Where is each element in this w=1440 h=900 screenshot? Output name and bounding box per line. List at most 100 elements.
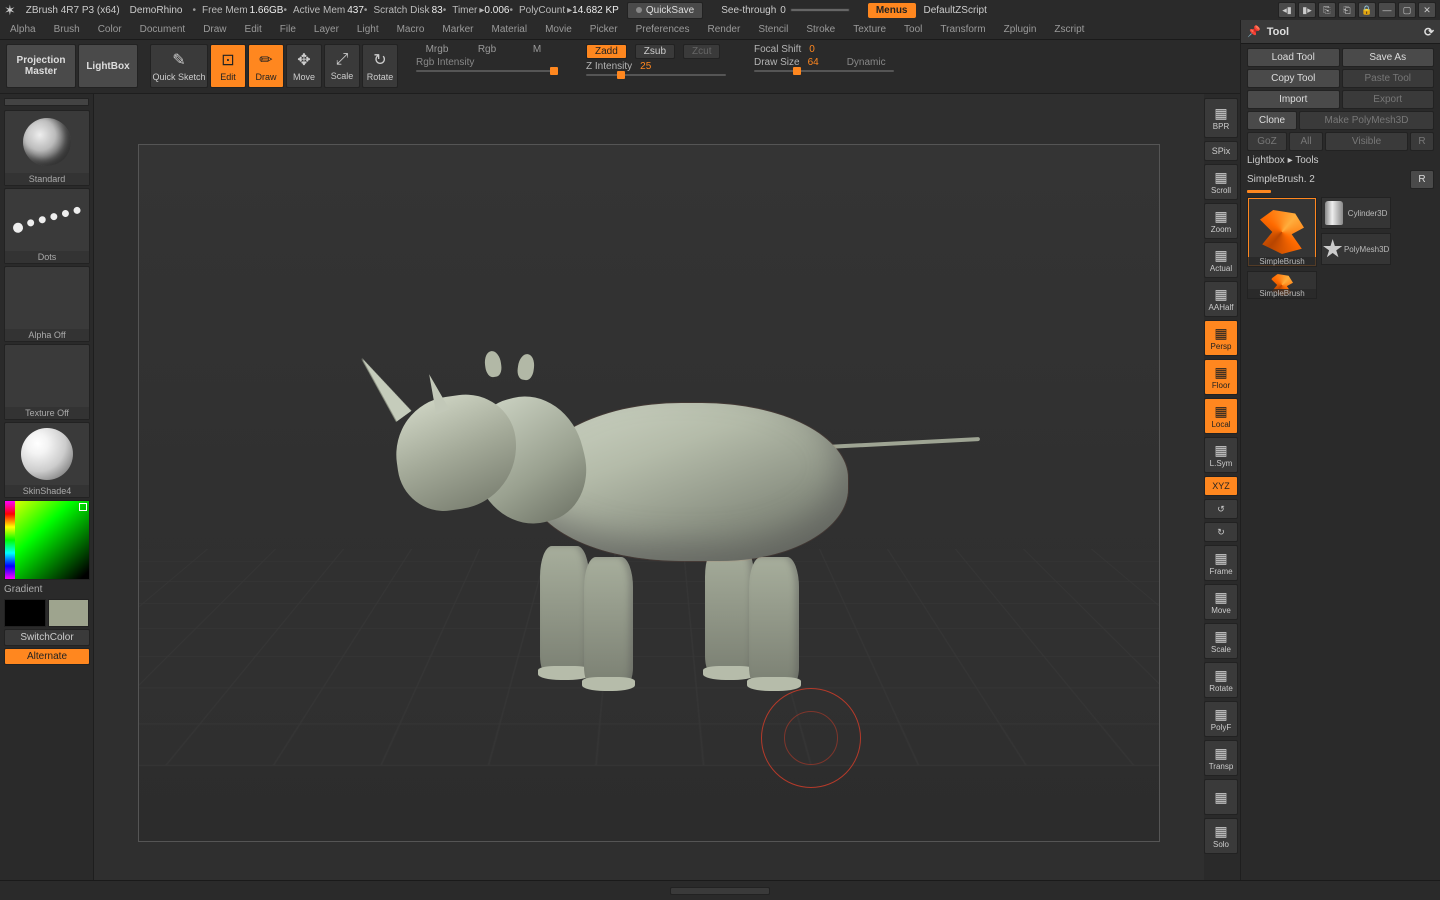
- default-zscript[interactable]: DefaultZScript: [924, 5, 987, 16]
- menu-file[interactable]: File: [280, 24, 296, 35]
- menu-layer[interactable]: Layer: [314, 24, 339, 35]
- goz-r-button[interactable]: R: [1410, 132, 1434, 151]
- tool-thumb-cylinder[interactable]: Cylinder3D: [1321, 197, 1391, 229]
- --button[interactable]: ↻: [1204, 522, 1238, 542]
- material-selector[interactable]: SkinShade4: [4, 422, 90, 498]
- --button[interactable]: ↺: [1204, 499, 1238, 519]
- zcut-button[interactable]: Zcut: [683, 44, 720, 59]
- color-swatches[interactable]: [4, 599, 89, 627]
- brush-selector[interactable]: Standard: [4, 110, 90, 186]
- menu-picker[interactable]: Picker: [590, 24, 618, 35]
- menu-tool[interactable]: Tool: [904, 24, 922, 35]
- persp-button[interactable]: ▦Persp: [1204, 320, 1238, 356]
- goz-all-button[interactable]: All: [1289, 132, 1323, 151]
- goz-button[interactable]: GoZ: [1247, 132, 1287, 151]
- menu-marker[interactable]: Marker: [442, 24, 473, 35]
- minimize-icon[interactable]: —: [1378, 2, 1396, 18]
- menu-edit[interactable]: Edit: [245, 24, 262, 35]
- tool-thumb-simplebrush-2[interactable]: SimpleBrush: [1247, 271, 1317, 299]
- move-mode-button[interactable]: ✥Move: [286, 44, 322, 88]
- menu-zscript[interactable]: Zscript: [1054, 24, 1084, 35]
- tool-r-button[interactable]: R: [1410, 170, 1434, 189]
- blank-button[interactable]: ▦: [1204, 779, 1238, 815]
- spix-button[interactable]: SPix: [1204, 141, 1238, 161]
- menu-brush[interactable]: Brush: [54, 24, 80, 35]
- copy-tool-button[interactable]: Copy Tool: [1247, 69, 1340, 88]
- zadd-button[interactable]: Zadd: [586, 44, 627, 59]
- switch-color-button[interactable]: SwitchColor: [4, 629, 90, 646]
- menu-texture[interactable]: Texture: [853, 24, 886, 35]
- current-tool-name[interactable]: SimpleBrush. 2: [1247, 174, 1408, 185]
- menu-movie[interactable]: Movie: [545, 24, 572, 35]
- xyz-button[interactable]: XYZ: [1204, 476, 1238, 496]
- menu-document[interactable]: Document: [140, 24, 186, 35]
- main-color-swatch[interactable]: [4, 599, 46, 627]
- history-next-icon[interactable]: ▮▸: [1298, 2, 1316, 18]
- polyf-button[interactable]: ▦PolyF: [1204, 701, 1238, 737]
- texture-selector[interactable]: Texture Off: [4, 344, 90, 420]
- draw-mode-button[interactable]: ✏Draw: [248, 44, 284, 88]
- menu-color[interactable]: Color: [98, 24, 122, 35]
- rgb-intensity-slider[interactable]: [416, 70, 556, 72]
- mrgb-button[interactable]: Mrgb: [416, 44, 458, 55]
- solo-button[interactable]: ▦Solo: [1204, 818, 1238, 854]
- pin-icon[interactable]: 📌: [1247, 25, 1261, 38]
- save-as-button[interactable]: Save As: [1342, 48, 1435, 67]
- actual-button[interactable]: ▦Actual: [1204, 242, 1238, 278]
- m-button[interactable]: M: [516, 44, 558, 55]
- color-picker[interactable]: [4, 500, 90, 580]
- frame-button[interactable]: ▦Frame: [1204, 545, 1238, 581]
- lightbox-button[interactable]: LightBox: [78, 44, 138, 88]
- alpha-selector[interactable]: Alpha Off: [4, 266, 90, 342]
- load-tool-button[interactable]: Load Tool: [1247, 48, 1340, 67]
- menu-zplugin[interactable]: Zplugin: [1004, 24, 1037, 35]
- floor-button[interactable]: ▦Floor: [1204, 359, 1238, 395]
- draw-size-slider[interactable]: [754, 70, 894, 72]
- projection-master-button[interactable]: Projection Master: [6, 44, 76, 88]
- menu-draw[interactable]: Draw: [203, 24, 226, 35]
- history-prev-icon[interactable]: ◂▮: [1278, 2, 1296, 18]
- lock-icon[interactable]: 🔒: [1358, 2, 1376, 18]
- menu-macro[interactable]: Macro: [397, 24, 425, 35]
- l-sym-button[interactable]: ▦L.Sym: [1204, 437, 1238, 473]
- clone-button[interactable]: Clone: [1247, 111, 1297, 130]
- edit-mode-button[interactable]: ⊡Edit: [210, 44, 246, 88]
- menu-transform[interactable]: Transform: [940, 24, 985, 35]
- rotate-button[interactable]: ▦Rotate: [1204, 662, 1238, 698]
- alternate-button[interactable]: Alternate: [4, 648, 90, 665]
- menu-light[interactable]: Light: [357, 24, 379, 35]
- refresh-icon[interactable]: ⟳: [1424, 25, 1434, 39]
- maximize-icon[interactable]: ▢: [1398, 2, 1416, 18]
- hue-strip[interactable]: [5, 501, 15, 579]
- zsub-button[interactable]: Zsub: [635, 44, 675, 59]
- local-button[interactable]: ▦Local: [1204, 398, 1238, 434]
- float-panel-icon[interactable]: ⎗: [1338, 2, 1356, 18]
- dynamic-label[interactable]: Dynamic: [847, 57, 886, 68]
- secondary-color-swatch[interactable]: [48, 599, 90, 627]
- close-icon[interactable]: ✕: [1418, 2, 1436, 18]
- menu-material[interactable]: Material: [492, 24, 528, 35]
- aahalf-button[interactable]: ▦AAHalf: [1204, 281, 1238, 317]
- quicksave-button[interactable]: QuickSave: [627, 2, 703, 19]
- tool-palette-header[interactable]: 📌 Tool ⟳: [1241, 20, 1440, 44]
- export-button[interactable]: Export: [1342, 90, 1435, 109]
- zoom-button[interactable]: ▦Zoom: [1204, 203, 1238, 239]
- menu-render[interactable]: Render: [708, 24, 741, 35]
- see-through-slider[interactable]: See-through 0: [721, 5, 854, 16]
- tool-thumb-simplebrush[interactable]: SimpleBrush: [1247, 197, 1317, 267]
- menu-preferences[interactable]: Preferences: [636, 24, 690, 35]
- goz-visible-button[interactable]: Visible: [1325, 132, 1408, 151]
- move-button[interactable]: ▦Move: [1204, 584, 1238, 620]
- rgb-button[interactable]: Rgb: [466, 44, 508, 55]
- tray-handle[interactable]: [4, 98, 89, 106]
- stroke-selector[interactable]: Dots: [4, 188, 90, 264]
- rotate-mode-button[interactable]: ↻Rotate: [362, 44, 398, 88]
- quick-sketch-button[interactable]: ✎ Quick Sketch: [150, 44, 208, 88]
- resize-grip-icon[interactable]: [670, 887, 770, 895]
- paste-tool-button[interactable]: Paste Tool: [1342, 69, 1435, 88]
- viewport[interactable]: [138, 144, 1160, 842]
- scale-button[interactable]: ▦Scale: [1204, 623, 1238, 659]
- import-button[interactable]: Import: [1247, 90, 1340, 109]
- transp-button[interactable]: ▦Transp: [1204, 740, 1238, 776]
- menu-stencil[interactable]: Stencil: [758, 24, 788, 35]
